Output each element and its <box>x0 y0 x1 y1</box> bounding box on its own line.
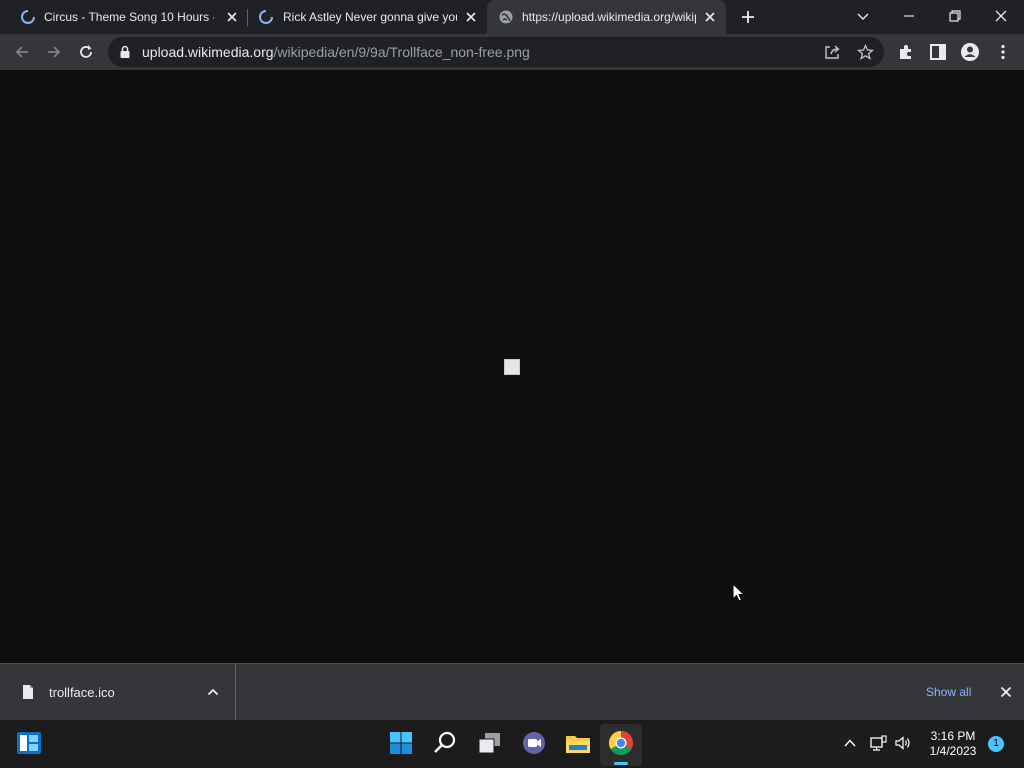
download-filename: trollface.ico <box>49 685 115 700</box>
file-explorer-icon[interactable] <box>563 728 593 758</box>
browser-toolbar: upload.wikimedia.org/wikipedia/en/9/9a/T… <box>0 34 1024 70</box>
tab-title: Circus - Theme Song 10 Hours - YouTube <box>44 10 214 24</box>
globe-icon <box>499 10 513 24</box>
tab-rick-astley[interactable]: Rick Astley Never gonna give you up <box>248 0 486 34</box>
tab-circus[interactable]: Circus - Theme Song 10 Hours - YouTube <box>8 0 246 34</box>
tab-title: Rick Astley Never gonna give you up <box>283 10 457 24</box>
tab-search-chevron-icon[interactable] <box>853 6 873 26</box>
url-text: upload.wikimedia.org/wikipedia/en/9/9a/T… <box>142 45 530 60</box>
network-icon[interactable] <box>869 735 887 751</box>
restore-icon[interactable] <box>945 6 965 26</box>
file-icon <box>23 685 33 699</box>
teams-chat-icon[interactable] <box>519 728 549 758</box>
tab-title: https://upload.wikimedia.org/wikipedia/e… <box>522 10 696 24</box>
notification-badge[interactable]: 1 <box>988 736 1004 752</box>
task-view-icon[interactable] <box>475 728 505 758</box>
clock-time: 3:16 PM <box>930 729 976 743</box>
close-tab-icon[interactable] <box>225 10 239 24</box>
download-bar: trollface.ico Show all <box>0 663 1024 720</box>
active-app-indicator <box>614 762 628 765</box>
download-item[interactable]: trollface.ico <box>0 664 236 720</box>
search-icon[interactable] <box>430 728 460 758</box>
new-tab-plus-icon[interactable] <box>738 7 758 27</box>
bookmark-star-icon[interactable] <box>857 44 874 60</box>
url-path: /wikipedia/en/9/9a/Trollface_non-free.pn… <box>273 44 530 60</box>
tab-wikimedia-image[interactable]: https://upload.wikimedia.org/wikipedia/e… <box>487 0 726 34</box>
chrome-icon <box>608 731 634 756</box>
chrome-taskbar-button[interactable] <box>600 724 642 766</box>
chevron-up-icon[interactable] <box>206 686 220 698</box>
start-windows-icon[interactable] <box>386 728 416 758</box>
side-panel-icon[interactable] <box>928 42 948 62</box>
close-tab-icon[interactable] <box>703 10 717 24</box>
url-host: upload.wikimedia.org <box>142 44 274 60</box>
reload-icon[interactable] <box>76 42 96 62</box>
windows-taskbar: 3:16 PM 1/4/2023 1 <box>0 720 1024 768</box>
loading-spinner-icon <box>21 10 35 24</box>
system-clock[interactable]: 3:16 PM 1/4/2023 <box>918 729 988 759</box>
address-bar[interactable]: upload.wikimedia.org/wikipedia/en/9/9a/T… <box>108 37 884 67</box>
loading-spinner-icon <box>259 10 273 24</box>
forward-arrow-icon[interactable] <box>44 42 64 62</box>
widgets-icon[interactable] <box>14 728 44 758</box>
mouse-cursor-icon <box>732 583 746 602</box>
close-window-icon[interactable] <box>991 6 1011 26</box>
extensions-puzzle-icon[interactable] <box>896 42 916 62</box>
chevron-up-icon[interactable] <box>843 737 857 749</box>
tab-strip: Circus - Theme Song 10 Hours - YouTube R… <box>0 0 1024 34</box>
close-download-bar-icon[interactable] <box>999 685 1013 699</box>
volume-icon[interactable] <box>894 735 912 751</box>
close-tab-icon[interactable] <box>464 10 478 24</box>
profile-avatar-icon[interactable] <box>960 42 980 62</box>
back-arrow-icon[interactable] <box>12 42 32 62</box>
page-content <box>0 70 1024 663</box>
menu-kebab-icon[interactable] <box>993 42 1013 62</box>
image-placeholder[interactable] <box>504 359 520 375</box>
clock-date: 1/4/2023 <box>929 744 977 758</box>
share-icon[interactable] <box>824 44 842 60</box>
minimize-icon[interactable] <box>899 6 919 26</box>
lock-icon[interactable] <box>119 45 131 59</box>
show-all-button[interactable]: Show all <box>926 685 971 699</box>
